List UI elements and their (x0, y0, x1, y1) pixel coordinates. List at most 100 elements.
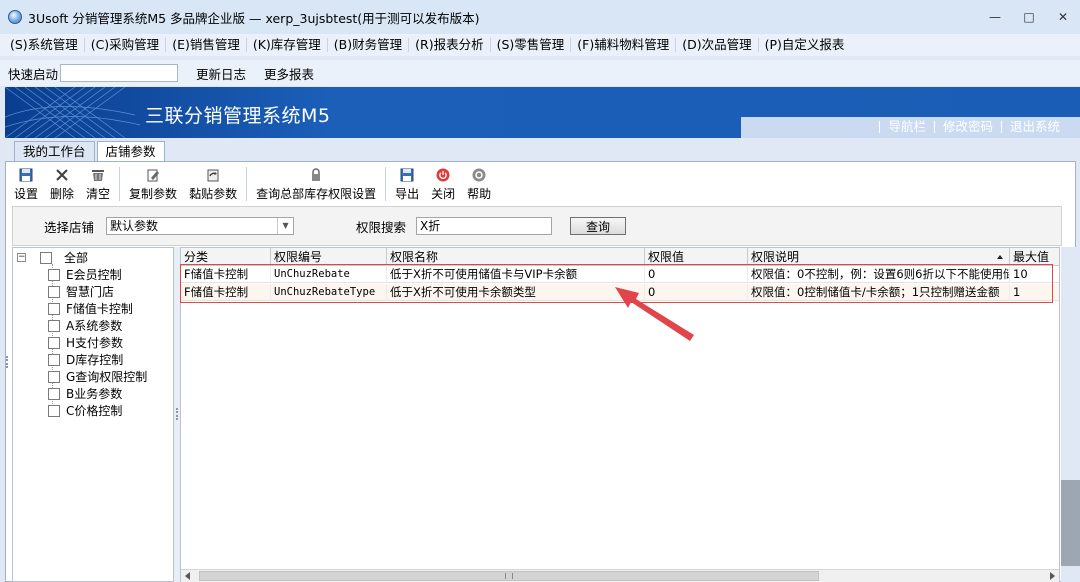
tree-checkbox[interactable] (48, 370, 60, 383)
tree-checkbox[interactable] (48, 353, 60, 366)
banner-decoration-icon (5, 87, 141, 138)
set-label: 设置 (14, 187, 39, 201)
right-edge-gray (1061, 480, 1080, 566)
delete-button[interactable]: 删除 (44, 166, 80, 202)
tree-label: B业务参数 (66, 387, 123, 401)
scroll-thumb[interactable] (199, 571, 819, 581)
update-log-link[interactable]: 更新日志 (196, 64, 246, 83)
tree-checkbox[interactable] (48, 268, 60, 281)
category-tree: − 全部 E会员控制 智慧门店 F储值卡控制 A系统参数 H支付参数 D库存控制… (12, 247, 174, 582)
copy-params-label: 复制参数 (129, 187, 178, 201)
cell-value[interactable]: 0 (645, 266, 748, 283)
col-permission-code[interactable]: 权限编号 (271, 248, 387, 266)
app-banner: 三联分销管理系统M5 导航栏 修改密码 退出系统 (5, 87, 1080, 138)
close-tab-label: 关闭 (431, 187, 456, 201)
title-bar: 3Usoft 分销管理系统M5 多品牌企业版 — xerp_3ujsbtest(… (0, 0, 1080, 34)
tree-checkbox[interactable] (48, 302, 60, 315)
table-row[interactable]: F储值卡控制 UnChuzRebate 低于X折不可使用储值卡与VIP卡余额 0… (181, 266, 1059, 283)
toolbar-separator (119, 167, 121, 201)
quick-launch-input[interactable] (60, 64, 179, 82)
tree-item[interactable]: A系统参数 (48, 317, 122, 334)
col-max-value[interactable]: 最大值 (1010, 248, 1059, 266)
menu-system[interactable]: (S)系统管理 (4, 38, 85, 52)
app-globe-icon (8, 10, 22, 24)
tree-label: F储值卡控制 (66, 302, 133, 316)
menu-retail[interactable]: (S)零售管理 (491, 38, 572, 52)
clear-label: 清空 (86, 187, 111, 201)
set-button[interactable]: 设置 (8, 166, 44, 202)
menu-finance[interactable]: (B)财务管理 (328, 38, 410, 52)
menu-inventory[interactable]: (K)库存管理 (247, 38, 328, 52)
cell-desc: 权限值：0不控制，例：设置6则6折以下不能使用储 (748, 266, 1010, 283)
paste-params-button[interactable]: 黏贴参数 (183, 166, 243, 202)
permission-grid: 分类 权限编号 权限名称 权限值 权限说明 最大值 F储值卡控制 UnChuzR… (180, 247, 1060, 582)
minimize-button[interactable]: — (978, 0, 1012, 34)
hq-stock-permission-button[interactable]: 查询总部库存权限设置 (250, 166, 382, 202)
col-category[interactable]: 分类 (181, 248, 271, 266)
menu-purchase[interactable]: (C)采购管理 (85, 38, 167, 52)
shop-select[interactable]: 默认参数 ▼ (106, 217, 295, 235)
tree-label: G查询权限控制 (66, 370, 148, 384)
nav-bar-link[interactable]: 导航栏 (879, 120, 934, 133)
tree-item[interactable]: 智慧门店 (48, 283, 114, 300)
export-button[interactable]: 导出 (389, 166, 425, 202)
copy-params-button[interactable]: 复制参数 (123, 166, 183, 202)
tree-item[interactable]: F储值卡控制 (48, 300, 133, 317)
col-permission-desc[interactable]: 权限说明 (748, 248, 1010, 266)
tab-workbench[interactable]: 我的工作台 (14, 141, 95, 162)
more-reports-link[interactable]: 更多报表 (264, 64, 314, 83)
tree-item[interactable]: C价格控制 (48, 402, 122, 419)
paste-icon (205, 167, 221, 182)
tab-shop-params[interactable]: 店铺参数 (96, 141, 165, 162)
tree-item[interactable]: H支付参数 (48, 334, 123, 351)
tree-item[interactable]: B业务参数 (48, 385, 122, 402)
tree-checkbox[interactable] (48, 319, 60, 332)
tree-label: H支付参数 (66, 336, 124, 350)
scroll-left-icon[interactable] (185, 572, 190, 580)
help-button[interactable]: 帮助 (461, 166, 497, 202)
close-window-button[interactable]: ✕ (1046, 0, 1080, 34)
shop-select-label: 选择店铺 (44, 219, 95, 235)
left-edge-grip[interactable] (6, 356, 8, 368)
cell-code: UnChuzRebate (271, 266, 387, 283)
tree-item[interactable]: E会员控制 (48, 266, 122, 283)
menu-defects[interactable]: (D)次品管理 (676, 38, 759, 52)
clear-button[interactable]: 清空 (80, 166, 116, 202)
grid-header: 分类 权限编号 权限名称 权限值 权限说明 最大值 (181, 248, 1059, 266)
tree-checkbox[interactable] (48, 336, 60, 349)
tree-item[interactable]: G查询权限控制 (48, 368, 147, 385)
tree-checkbox[interactable] (40, 251, 52, 264)
menu-sales[interactable]: (E)销售管理 (166, 38, 247, 52)
cell-value[interactable]: 0 (645, 284, 748, 301)
quick-launch-label: 快速启动 (8, 66, 59, 82)
menu-custom-reports[interactable]: (P)自定义报表 (759, 38, 851, 52)
tree-checkbox[interactable] (48, 285, 60, 298)
col-permission-name[interactable]: 权限名称 (387, 248, 645, 266)
close-tab-button[interactable]: 关闭 (425, 166, 461, 202)
tree-item[interactable]: D库存控制 (48, 351, 123, 368)
tree-item-root[interactable]: − 全部 (17, 249, 88, 266)
horizontal-scrollbar[interactable] (181, 569, 1059, 582)
tree-checkbox[interactable] (48, 387, 60, 400)
chevron-down-icon[interactable]: ▼ (277, 218, 293, 234)
cell-max: 1 (1010, 284, 1059, 301)
logout-link[interactable]: 退出系统 (1000, 120, 1068, 133)
scroll-right-icon[interactable] (1050, 572, 1055, 580)
menu-materials[interactable]: (F)辅料物料管理 (571, 38, 677, 52)
sort-ascending-icon (997, 255, 1003, 259)
collapse-icon[interactable]: − (17, 253, 26, 262)
permission-search-input[interactable]: X折 (416, 217, 553, 235)
tree-label: 智慧门店 (66, 285, 115, 299)
col-permission-value[interactable]: 权限值 (645, 248, 748, 266)
tree-checkbox[interactable] (48, 404, 60, 417)
menu-reports[interactable]: (R)报表分析 (409, 38, 491, 52)
tree-label: 全部 (64, 251, 89, 265)
tab-bar: 我的工作台 店铺参数 (14, 141, 167, 162)
table-row[interactable]: F储值卡控制 UnChuzRebateType 低于X折不可使用卡余额类型 0 … (181, 284, 1059, 301)
query-button[interactable]: 查询 (570, 217, 627, 235)
maximize-button[interactable]: □ (1012, 0, 1046, 34)
splitter-grip[interactable] (176, 408, 178, 420)
change-password-link[interactable]: 修改密码 (933, 120, 1001, 133)
toolbar-separator (246, 167, 248, 201)
delete-icon (54, 167, 70, 182)
